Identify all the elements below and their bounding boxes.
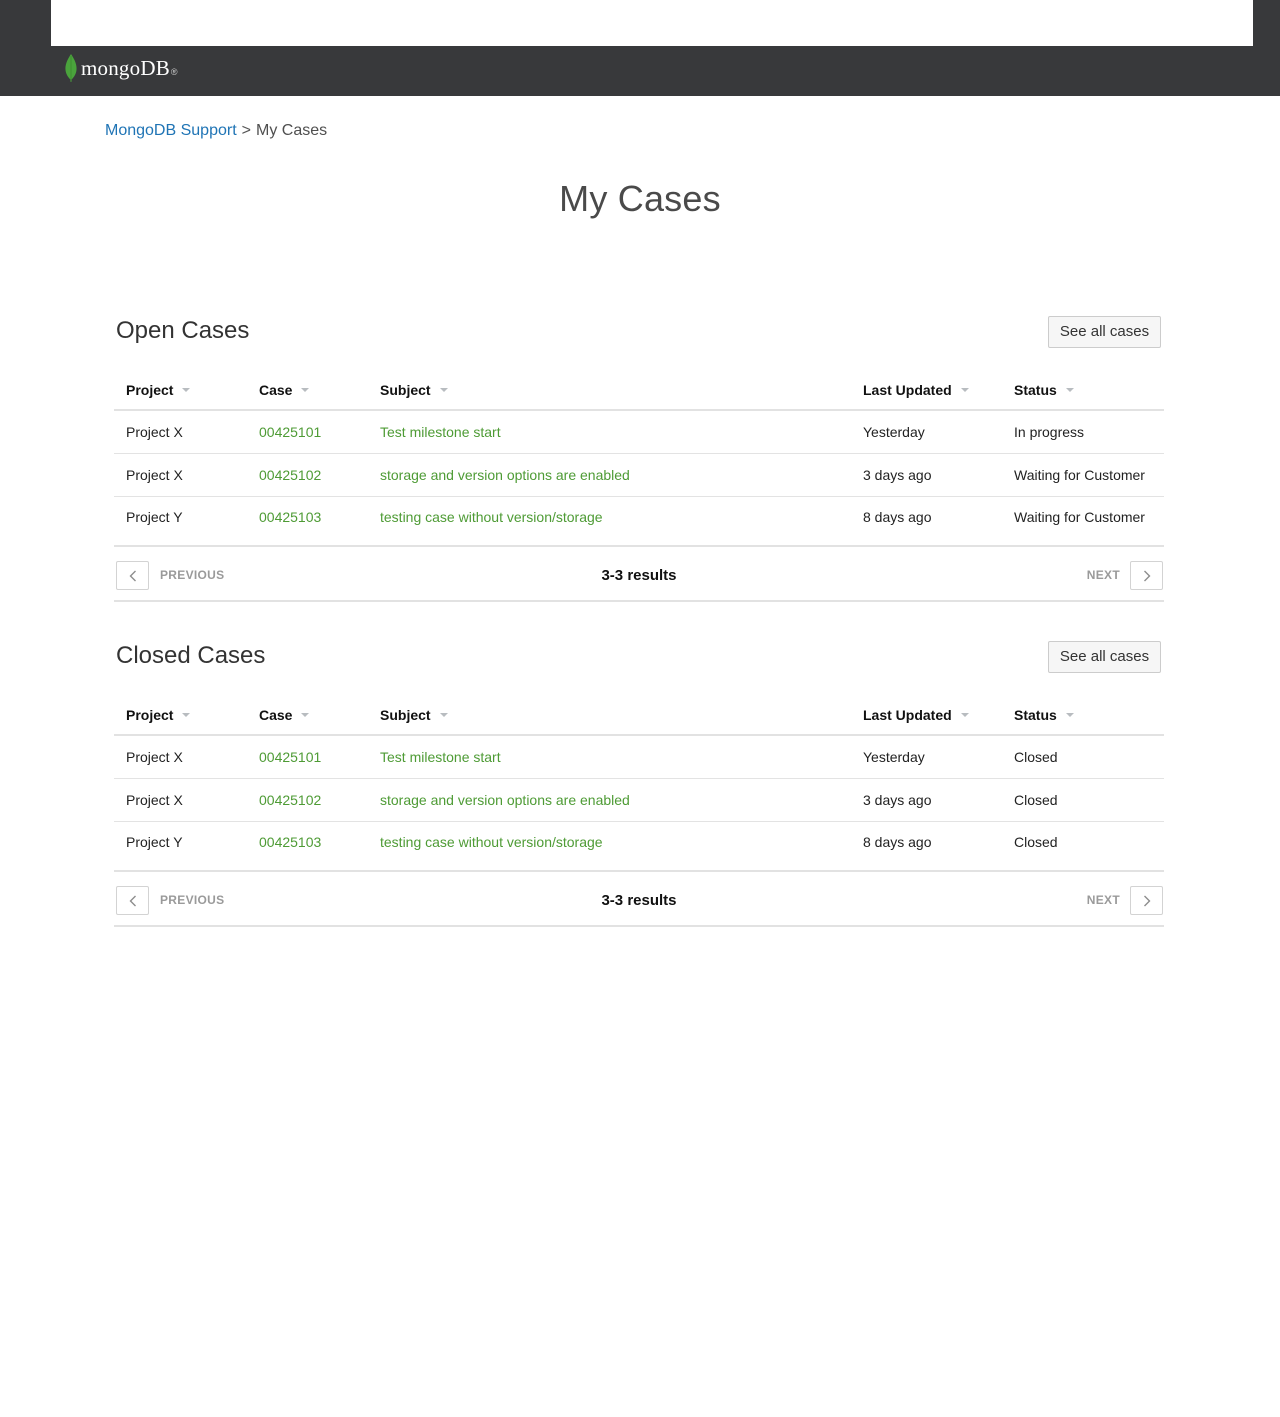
case-number-link[interactable]: 00425103 [259, 834, 321, 850]
top-banner-area [51, 0, 1253, 46]
see-all-open-cases-button[interactable]: See all cases [1048, 316, 1161, 348]
breadcrumb-current: My Cases [255, 122, 328, 139]
sort-caret-icon [301, 387, 310, 392]
chevron-right-icon [1143, 895, 1150, 906]
case-subject-link[interactable]: testing case without version/storage [380, 509, 603, 525]
sort-caret-icon [1065, 387, 1074, 392]
column-header-case[interactable]: Case [247, 695, 368, 736]
column-header-subject[interactable]: Subject [368, 695, 851, 736]
page: mongoDB ® MongoDB Support > My Cases My Cas… [0, 0, 1280, 1417]
table-row: Project Y 00425103 testing case without … [114, 496, 1164, 547]
case-number-link[interactable]: 00425102 [259, 467, 321, 483]
sort-caret-icon [182, 387, 191, 392]
results-count: 3-3 results [601, 567, 677, 584]
cell-status: Waiting for Customer [1002, 496, 1164, 547]
cell-status: In progress [1002, 410, 1164, 454]
case-number-link[interactable]: 00425103 [259, 509, 321, 525]
open-cases-pager: PREVIOUS 3-3 results NEXT [114, 550, 1164, 602]
table-header-row: Project Case Subject Last Updated Status [114, 695, 1164, 736]
results-count: 3-3 results [601, 892, 677, 909]
cell-last-updated: Yesterday [851, 410, 1002, 454]
case-subject-link[interactable]: testing case without version/storage [380, 834, 603, 850]
table-row: Project X 00425101 Test milestone start … [114, 410, 1164, 454]
logo-registered: ® [170, 67, 178, 77]
cell-project: Project X [114, 453, 247, 497]
cell-project: Project X [114, 735, 247, 779]
cell-project: Project Y [114, 821, 247, 872]
table-row: Project Y 00425103 testing case without … [114, 821, 1164, 872]
case-number-link[interactable]: 00425101 [259, 749, 321, 765]
table-row: Project X 00425102 storage and version o… [114, 453, 1164, 497]
sort-caret-icon [960, 387, 969, 392]
cell-last-updated: 8 days ago [851, 496, 1002, 547]
logo-text: mongoDB [81, 55, 170, 80]
cell-project: Project Y [114, 496, 247, 547]
sort-caret-icon [960, 712, 969, 717]
sort-caret-icon [439, 712, 448, 717]
open-cases-table: Project Case Subject Last Updated Status… [114, 370, 1164, 547]
navbar [0, 46, 1280, 96]
cell-last-updated: Yesterday [851, 735, 1002, 779]
chevron-right-icon [1143, 570, 1150, 581]
table-row: Project X 00425102 storage and version o… [114, 778, 1164, 822]
case-subject-link[interactable]: Test milestone start [380, 749, 501, 765]
mongodb-logo[interactable]: mongoDB ® [64, 53, 178, 83]
next-page-button[interactable] [1130, 561, 1163, 590]
cell-last-updated: 3 days ago [851, 453, 1002, 497]
next-page-button[interactable] [1130, 886, 1163, 915]
closed-cases-title: Closed Cases [116, 642, 266, 669]
case-subject-link[interactable]: Test milestone start [380, 424, 501, 440]
leaf-icon [65, 54, 77, 82]
sort-caret-icon [439, 387, 448, 392]
case-number-link[interactable]: 00425101 [259, 424, 321, 440]
page-title: My Cases [559, 178, 721, 219]
column-header-last-updated[interactable]: Last Updated [851, 370, 1002, 411]
open-cases-title: Open Cases [116, 317, 250, 344]
case-subject-link[interactable]: storage and version options are enabled [380, 467, 630, 483]
column-header-status[interactable]: Status [1002, 370, 1164, 411]
cell-status: Closed [1002, 735, 1164, 779]
next-label[interactable]: NEXT [1087, 893, 1120, 907]
cell-status: Waiting for Customer [1002, 453, 1164, 497]
sort-caret-icon [1065, 712, 1074, 717]
breadcrumb: MongoDB Support > My Cases [105, 122, 327, 140]
cell-last-updated: 8 days ago [851, 821, 1002, 872]
sort-caret-icon [301, 712, 310, 717]
table-row: Project X 00425101 Test milestone start … [114, 735, 1164, 779]
column-header-case[interactable]: Case [247, 370, 368, 411]
cell-project: Project X [114, 410, 247, 454]
top-strip [0, 0, 1280, 46]
column-header-project[interactable]: Project [114, 370, 247, 411]
closed-cases-pager: PREVIOUS 3-3 results NEXT [114, 875, 1164, 927]
cell-status: Closed [1002, 778, 1164, 822]
column-header-project[interactable]: Project [114, 695, 247, 736]
column-header-last-updated[interactable]: Last Updated [851, 695, 1002, 736]
column-header-status[interactable]: Status [1002, 695, 1164, 736]
table-header-row: Project Case Subject Last Updated Status [114, 370, 1164, 411]
next-label[interactable]: NEXT [1087, 568, 1120, 582]
cell-status: Closed [1002, 821, 1164, 872]
closed-cases-table: Project Case Subject Last Updated Status… [114, 695, 1164, 872]
case-subject-link[interactable]: storage and version options are enabled [380, 792, 630, 808]
case-number-link[interactable]: 00425102 [259, 792, 321, 808]
breadcrumb-separator: > [241, 122, 251, 139]
see-all-closed-cases-button[interactable]: See all cases [1048, 641, 1161, 673]
column-header-subject[interactable]: Subject [368, 370, 851, 411]
cell-last-updated: 3 days ago [851, 778, 1002, 822]
breadcrumb-home-link[interactable]: MongoDB Support [105, 122, 237, 139]
cell-project: Project X [114, 778, 247, 822]
sort-caret-icon [182, 712, 191, 717]
